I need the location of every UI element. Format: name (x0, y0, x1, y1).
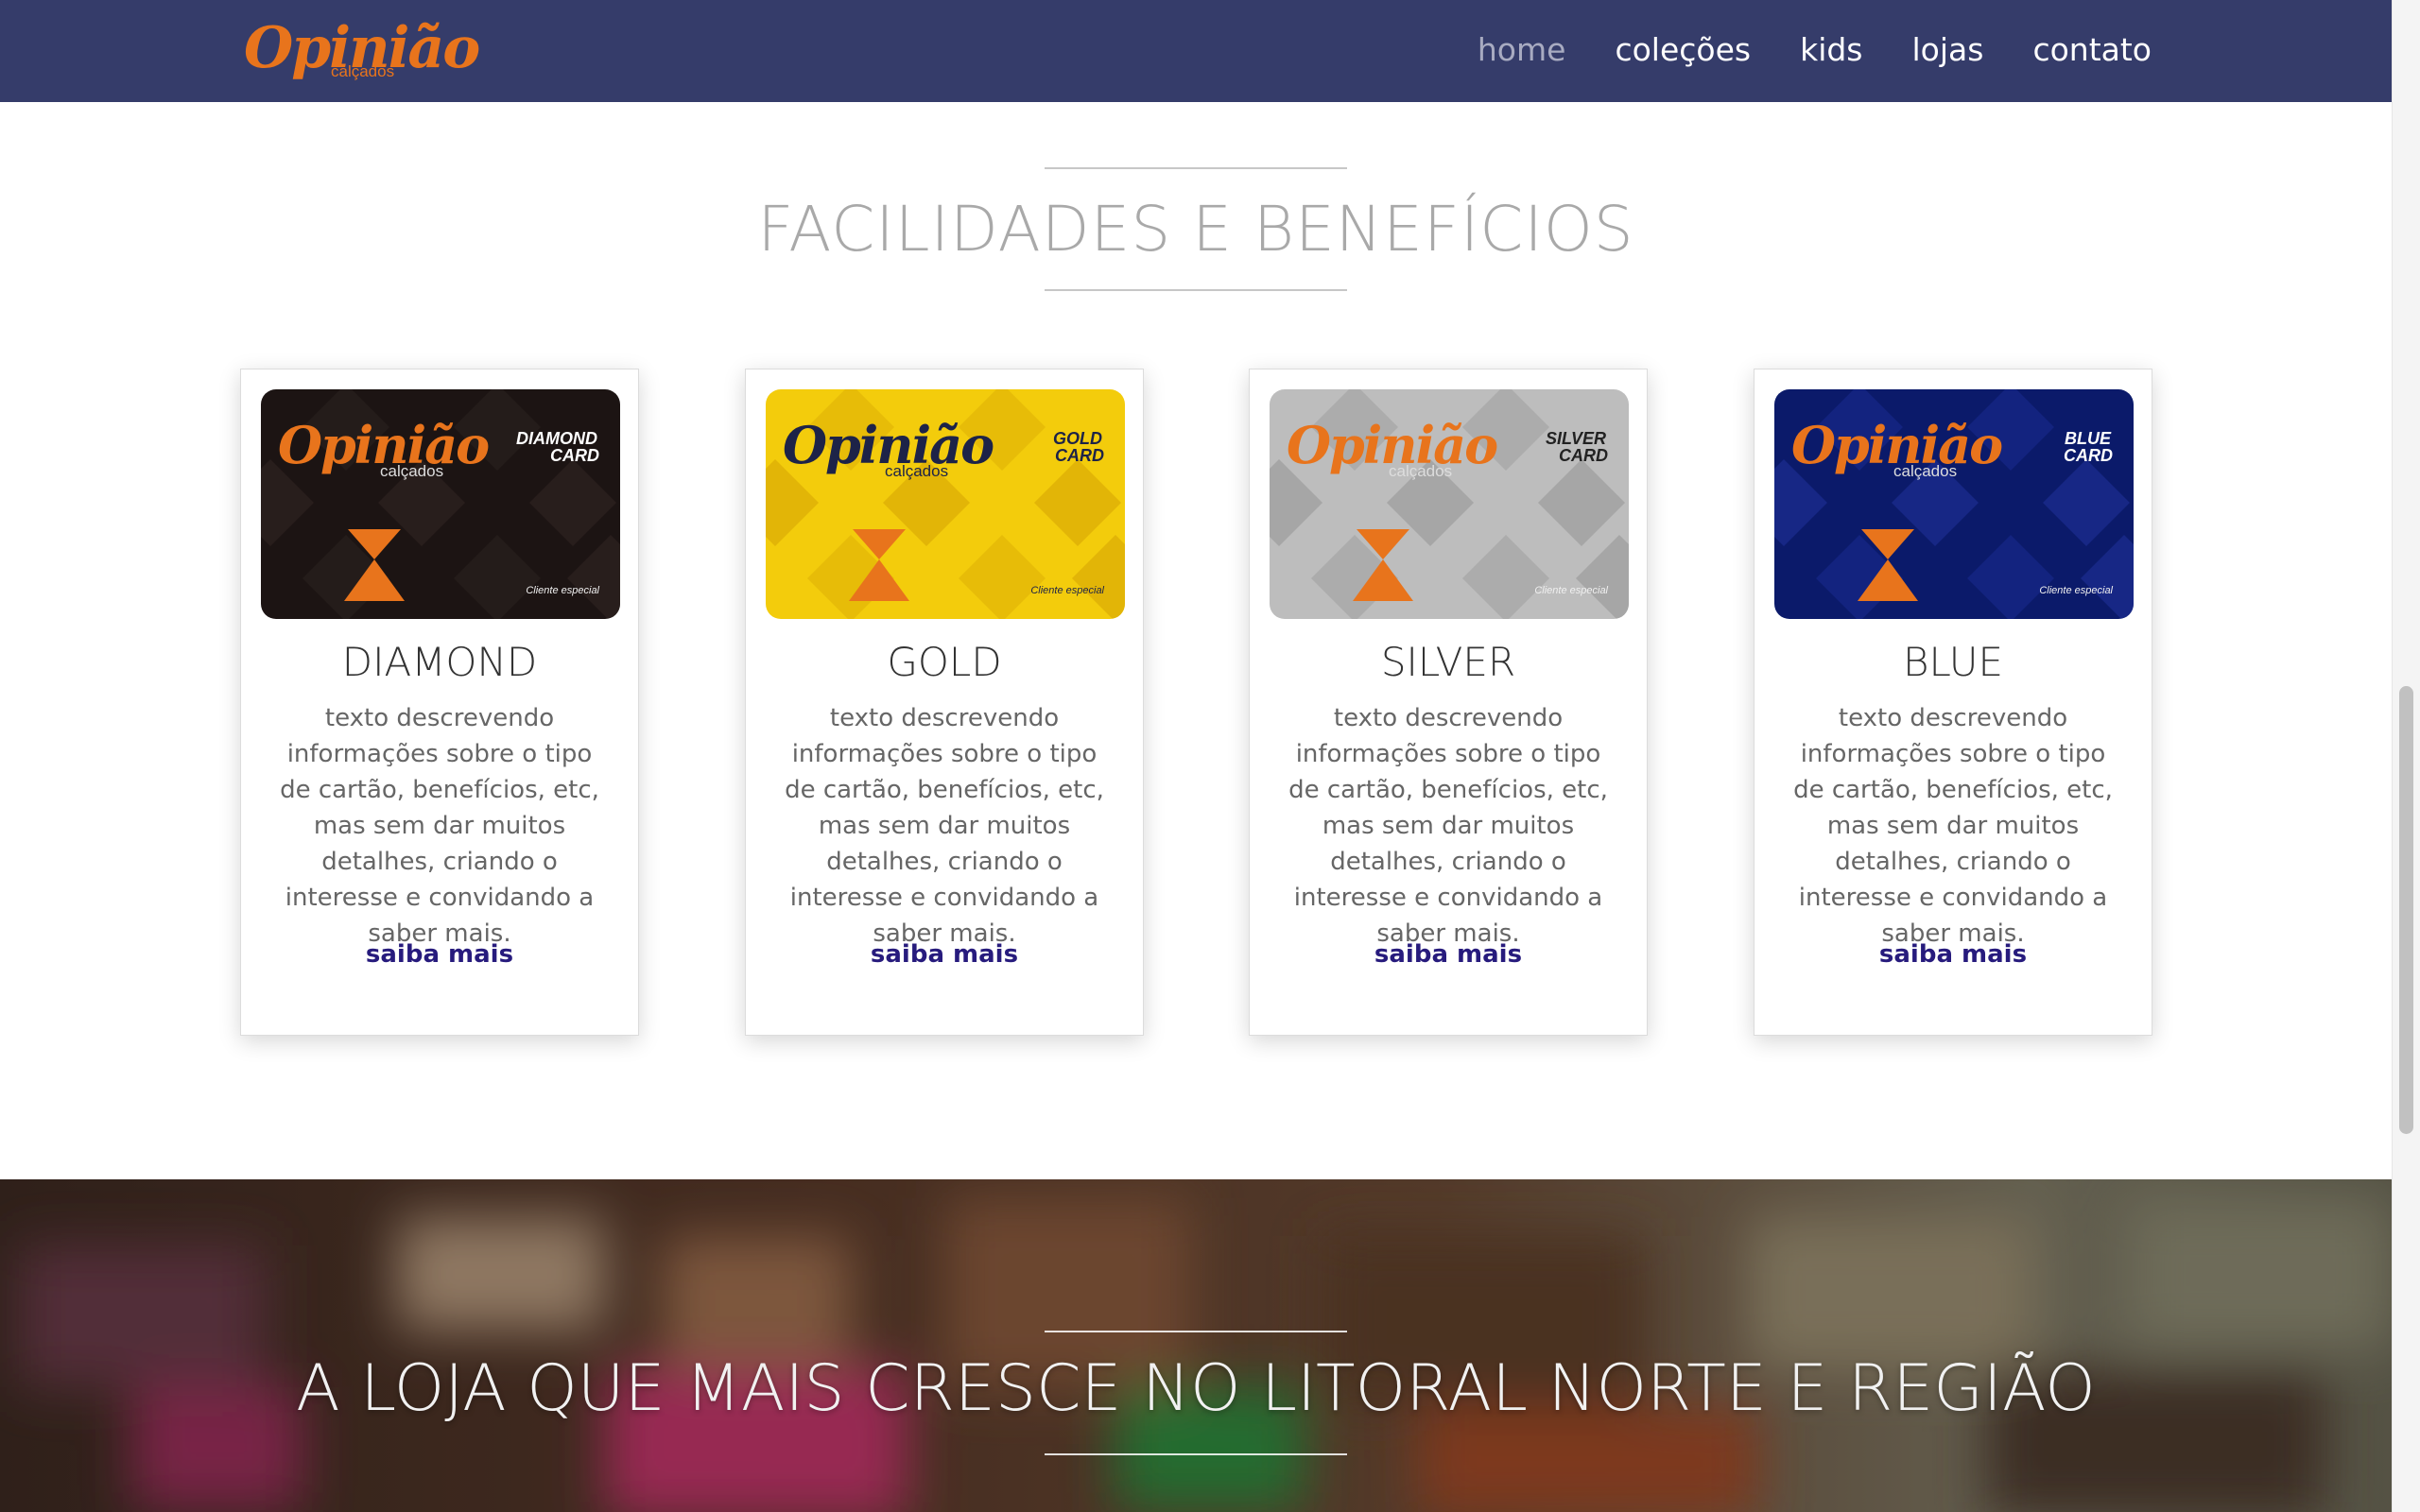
card-tier-label: BLUE (2065, 429, 2112, 448)
card-logo-sub: calçados (885, 462, 948, 480)
card-panel-silver: Opinião calçados SILVER CARD Cliente especia… (1249, 369, 1648, 1036)
gold-card-image: Opinião calçados GOLD CARD Cliente especial (766, 389, 1125, 619)
card-tier-label: GOLD (1053, 429, 1102, 448)
card-panel-blue: Opinião calçados BLUE CARD Cliente especial … (1754, 369, 2152, 1036)
nav-home[interactable]: home (1478, 26, 1566, 74)
card-footer-text: Cliente especial (1030, 585, 1104, 596)
card-footer-text: Cliente especial (526, 585, 599, 596)
hero-title: A LOJA QUE MAIS CRESCE NO LITORAL NORTE … (296, 1351, 2096, 1426)
card-logo-sub: calçados (1893, 462, 1957, 480)
nav-colecoes[interactable]: coleções (1615, 26, 1751, 74)
card-tier-sub: CARD (550, 446, 599, 465)
silver-card-image: Opinião calçados SILVER CARD Cliente especia… (1270, 389, 1629, 619)
card-graphic: OpiniãocalçadosDIAMONDCARDCliente especi… (261, 389, 620, 619)
main-nav: home coleções kids lojas contato (1478, 26, 2152, 74)
saiba-mais-link[interactable]: saiba mais (1250, 940, 1647, 969)
scrollbar-thumb[interactable] (2399, 686, 2413, 1134)
card-name: SILVER (1380, 639, 1516, 685)
nav-kids[interactable]: kids (1800, 26, 1862, 74)
card-name: BLUE (1902, 639, 2004, 685)
page-scrollbar[interactable] (2392, 0, 2420, 1512)
saiba-mais-link[interactable]: saiba mais (241, 940, 638, 969)
card-description: texto descrevendo informações sobre o ti… (1288, 704, 1608, 948)
card-graphic: OpiniãocalçadosGOLDCARDCliente especial (766, 389, 1125, 619)
store-hero-banner: A LOJA QUE MAIS CRESCE NO LITORAL NORTE … (0, 1179, 2392, 1512)
card-tier-sub: CARD (1559, 446, 1608, 465)
saiba-mais-link[interactable]: saiba mais (1754, 940, 2152, 969)
saiba-mais-link[interactable]: saiba mais (746, 940, 1143, 969)
card-graphic: OpiniãocalçadosBLUECARDCliente especial (1774, 389, 2134, 619)
card-description: texto descrevendo informações sobre o ti… (280, 704, 599, 948)
blue-card-image: Opinião calçados BLUE CARD Cliente especial (1774, 389, 2134, 619)
card-footer-text: Cliente especial (2039, 585, 2113, 596)
card-tier-label: DIAMOND (516, 429, 597, 448)
card-description: texto descrevendo informações sobre o ti… (785, 704, 1104, 948)
card-panel-gold: Opinião calçados GOLD CARD Cliente especial … (745, 369, 1144, 1036)
title-rule-top (1045, 167, 1347, 169)
nav-contato[interactable]: contato (2032, 26, 2152, 74)
top-navbar: Opinião calçados home coleções kids loja… (0, 0, 2392, 102)
card-graphic: OpiniãocalçadosSILVERCARDCliente especia… (1270, 389, 1629, 619)
hero-rule-top (1045, 1331, 1347, 1332)
nav-lojas[interactable]: lojas (1912, 26, 1984, 74)
card-panel-diamond: Opinião calçados DIAMOND CARD Cliente especi… (240, 369, 639, 1036)
card-footer-text: Cliente especial (1534, 585, 1608, 596)
card-logo-sub: calçados (1389, 462, 1452, 480)
card-name: DIAMOND (341, 639, 538, 685)
card-tier-sub: CARD (1055, 446, 1104, 465)
brand-logo[interactable]: Opinião calçados (244, 15, 480, 85)
diamond-card-image: Opinião calçados DIAMOND CARD Cliente especi… (261, 389, 620, 619)
card-name: GOLD (887, 639, 1002, 685)
hero-rule-bottom (1045, 1453, 1347, 1455)
card-description: texto descrevendo informações sobre o ti… (1793, 704, 2113, 948)
section-title: FACILIDADES E BENEFÍCIOS (757, 193, 1634, 266)
card-tier-label: SILVER (1546, 429, 1606, 448)
card-logo-sub: calçados (380, 462, 443, 480)
title-rule-bottom (1045, 289, 1347, 291)
logo-subtitle: calçados (331, 62, 395, 80)
blurred-store-background (0, 1179, 2392, 1512)
card-tier-sub: CARD (2064, 446, 2113, 465)
